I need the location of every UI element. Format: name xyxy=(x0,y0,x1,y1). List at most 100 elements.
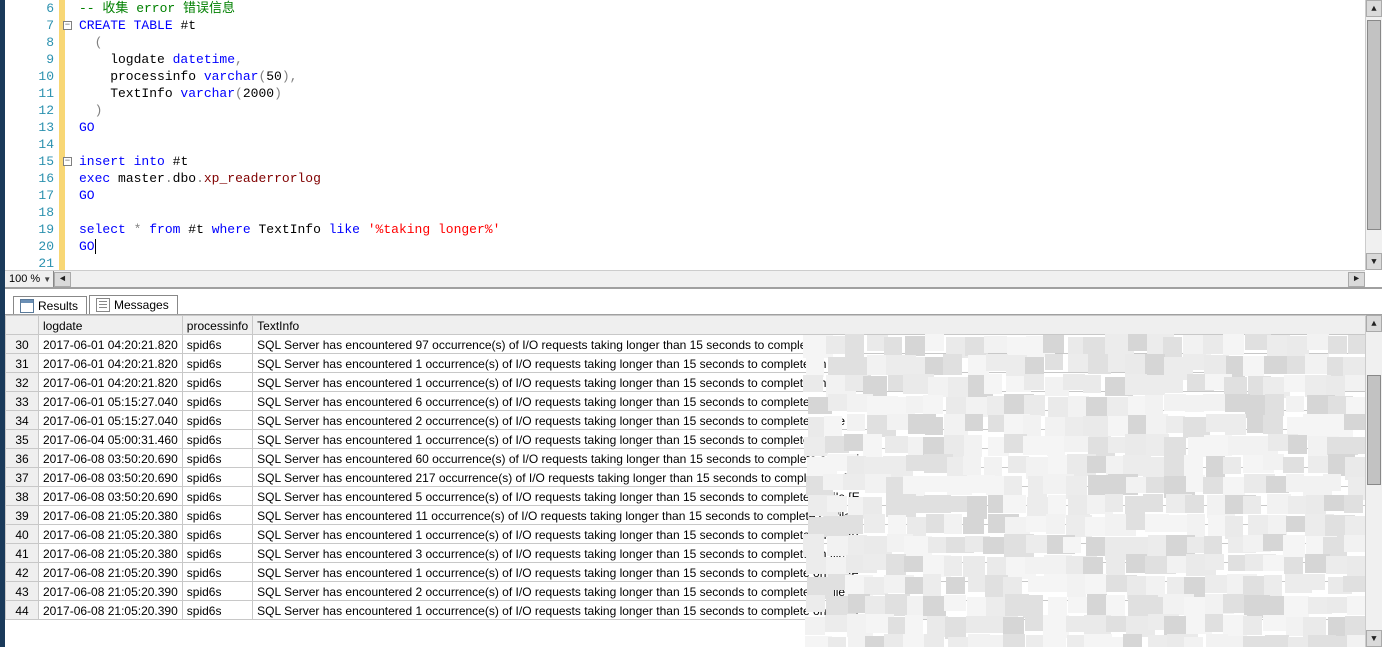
cell-processinfo[interactable]: spid6s xyxy=(182,487,252,506)
scroll-down-arrow-icon[interactable]: ▼ xyxy=(1366,253,1382,270)
document-icon xyxy=(96,298,110,312)
tab-messages[interactable]: Messages xyxy=(89,295,178,314)
grid-corner-cell[interactable] xyxy=(6,316,39,335)
cell-processinfo[interactable]: spid6s xyxy=(182,525,252,544)
column-header-logdate[interactable]: logdate xyxy=(39,316,183,335)
row-number-cell[interactable]: 42 xyxy=(6,563,39,582)
tab-results[interactable]: Results xyxy=(13,296,87,315)
cell-processinfo[interactable]: spid6s xyxy=(182,544,252,563)
code-line[interactable]: GO xyxy=(79,119,1382,136)
cell-processinfo[interactable]: spid6s xyxy=(182,354,252,373)
row-number-cell[interactable]: 36 xyxy=(6,449,39,468)
code-line[interactable]: GO xyxy=(79,187,1382,204)
code-line[interactable]: CREATE TABLE #t xyxy=(79,17,1382,34)
code-line[interactable] xyxy=(79,136,1382,153)
code-line[interactable]: logdate datetime, xyxy=(79,51,1382,68)
zoom-dropdown[interactable]: 100 % ▼ xyxy=(5,271,54,287)
row-number-cell[interactable]: 30 xyxy=(6,335,39,354)
row-number-cell[interactable]: 41 xyxy=(6,544,39,563)
code-line[interactable]: exec master.dbo.xp_readerrorlog xyxy=(79,170,1382,187)
cell-logdate[interactable]: 2017-06-08 03:50:20.690 xyxy=(39,449,183,468)
cell-processinfo[interactable]: spid6s xyxy=(182,430,252,449)
row-number-cell[interactable]: 39 xyxy=(6,506,39,525)
grid-header-row: logdate processinfo TextInfo xyxy=(6,316,1382,335)
cell-processinfo[interactable]: spid6s xyxy=(182,411,252,430)
cell-processinfo[interactable]: spid6s xyxy=(182,449,252,468)
cell-logdate[interactable]: 2017-06-08 03:50:20.690 xyxy=(39,468,183,487)
code-line[interactable]: -- 收集 error 错误信息 xyxy=(79,0,1382,17)
cell-logdate[interactable]: 2017-06-01 04:20:21.820 xyxy=(39,354,183,373)
grid-icon xyxy=(20,299,34,313)
row-number-cell[interactable]: 37 xyxy=(6,468,39,487)
cell-processinfo[interactable]: spid6s xyxy=(182,468,252,487)
scroll-thumb[interactable] xyxy=(1367,375,1381,485)
code-area[interactable]: -- 收集 error 错误信息CREATE TABLE #t ( logdat… xyxy=(65,0,1382,287)
cell-processinfo[interactable]: spid6s xyxy=(182,373,252,392)
editor-vertical-scrollbar[interactable]: ▲ ▼ xyxy=(1365,0,1382,270)
scroll-right-arrow-icon[interactable]: ► xyxy=(1348,272,1365,287)
cell-logdate[interactable]: 2017-06-01 04:20:21.820 xyxy=(39,335,183,354)
tab-messages-label: Messages xyxy=(114,298,169,312)
scroll-up-arrow-icon[interactable]: ▲ xyxy=(1366,315,1382,332)
code-line[interactable]: insert into #t xyxy=(79,153,1382,170)
cell-logdate[interactable]: 2017-06-08 21:05:20.380 xyxy=(39,506,183,525)
zoom-value: 100 % xyxy=(9,273,40,285)
row-number-cell[interactable]: 44 xyxy=(6,601,39,620)
cell-processinfo[interactable]: spid6s xyxy=(182,601,252,620)
line-number: 16 xyxy=(5,170,56,187)
results-tabs-bar: Results Messages xyxy=(5,289,1382,314)
grid-vertical-scrollbar[interactable]: ▲ ▼ xyxy=(1365,315,1382,647)
line-number: 7 xyxy=(5,17,56,34)
row-number-cell[interactable]: 33 xyxy=(6,392,39,411)
scroll-thumb[interactable] xyxy=(1367,20,1381,230)
row-number-cell[interactable]: 31 xyxy=(6,354,39,373)
code-line[interactable]: ) xyxy=(79,102,1382,119)
cell-logdate[interactable]: 2017-06-08 21:05:20.380 xyxy=(39,544,183,563)
cell-processinfo[interactable]: spid6s xyxy=(182,392,252,411)
row-number-cell[interactable]: 34 xyxy=(6,411,39,430)
cell-logdate[interactable]: 2017-06-08 21:05:20.390 xyxy=(39,601,183,620)
collapse-toggle-icon[interactable]: − xyxy=(63,157,72,166)
code-line[interactable] xyxy=(79,204,1382,221)
cell-processinfo[interactable]: spid6s xyxy=(182,563,252,582)
code-line[interactable]: GO xyxy=(79,238,1382,255)
line-number: 12 xyxy=(5,102,56,119)
column-header-textinfo[interactable]: TextInfo xyxy=(253,316,1382,335)
cell-logdate[interactable]: 2017-06-08 21:05:20.390 xyxy=(39,582,183,601)
cell-processinfo[interactable]: spid6s xyxy=(182,582,252,601)
row-number-cell[interactable]: 40 xyxy=(6,525,39,544)
code-line[interactable]: select * from #t where TextInfo like '%t… xyxy=(79,221,1382,238)
line-number: 9 xyxy=(5,51,56,68)
scroll-left-arrow-icon[interactable]: ◄ xyxy=(54,272,71,287)
code-line[interactable]: TextInfo varchar(2000) xyxy=(79,85,1382,102)
cell-logdate[interactable]: 2017-06-01 05:15:27.040 xyxy=(39,411,183,430)
row-number-cell[interactable]: 43 xyxy=(6,582,39,601)
collapse-toggle-icon[interactable]: − xyxy=(63,21,72,30)
tab-results-label: Results xyxy=(38,299,78,313)
cell-logdate[interactable]: 2017-06-01 05:15:27.040 xyxy=(39,392,183,411)
code-line[interactable]: processinfo varchar(50), xyxy=(79,68,1382,85)
cell-processinfo[interactable]: spid6s xyxy=(182,335,252,354)
line-number: 14 xyxy=(5,136,56,153)
cell-processinfo[interactable]: spid6s xyxy=(182,506,252,525)
cell-logdate[interactable]: 2017-06-01 04:20:21.820 xyxy=(39,373,183,392)
line-number: 8 xyxy=(5,34,56,51)
scroll-down-arrow-icon[interactable]: ▼ xyxy=(1366,630,1382,647)
code-line[interactable]: ( xyxy=(79,34,1382,51)
row-number-cell[interactable]: 38 xyxy=(6,487,39,506)
sql-editor[interactable]: 67−−8910111213141516171819202122 -- 收集 e… xyxy=(5,0,1382,289)
cell-logdate[interactable]: 2017-06-08 21:05:20.390 xyxy=(39,563,183,582)
line-number: 15 xyxy=(5,153,56,170)
cell-logdate[interactable]: 2017-06-08 03:50:20.690 xyxy=(39,487,183,506)
editor-horizontal-scrollbar[interactable]: 100 % ▼ ◄ ► xyxy=(5,270,1365,287)
line-number-gutter: 67−−8910111213141516171819202122 xyxy=(5,0,65,287)
cell-logdate[interactable]: 2017-06-04 05:00:31.460 xyxy=(39,430,183,449)
row-number-cell[interactable]: 35 xyxy=(6,430,39,449)
line-number: 20 xyxy=(5,238,56,255)
column-header-processinfo[interactable]: processinfo xyxy=(182,316,252,335)
scroll-up-arrow-icon[interactable]: ▲ xyxy=(1366,0,1382,17)
cell-logdate[interactable]: 2017-06-08 21:05:20.380 xyxy=(39,525,183,544)
row-number-cell[interactable]: 32 xyxy=(6,373,39,392)
line-number: 10 xyxy=(5,68,56,85)
line-number: 19 xyxy=(5,221,56,238)
